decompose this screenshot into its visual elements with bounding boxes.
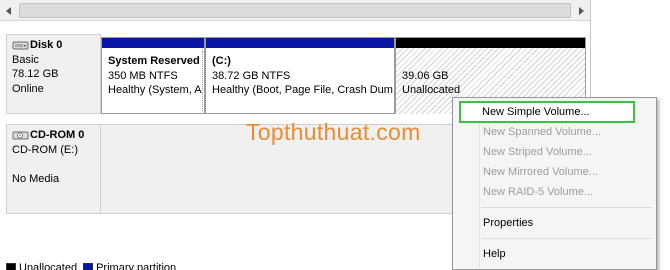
legend-swatch-unallocated: [6, 263, 16, 270]
partition-name: [402, 54, 585, 69]
disk-0-type: Basic: [12, 53, 39, 66]
legend-label-primary: Primary partition: [96, 262, 177, 270]
menu-separator: [481, 207, 652, 208]
partition-size: 350 MB NTFS: [108, 69, 178, 82]
legend: Unallocated Primary partition: [6, 262, 176, 270]
disk-0-status: Online: [12, 82, 44, 95]
primary-partition-bar: [206, 38, 394, 48]
cdrom-0-label[interactable]: CD-ROM 0 CD-ROM (E:) No Media: [6, 124, 101, 214]
menu-item-new-striped-volume[interactable]: New Striped Volume...: [453, 142, 656, 162]
watermark-text: Topthuthuat.com: [246, 119, 421, 145]
disk-0-name: Disk 0: [30, 39, 63, 51]
partition-size: 38.72 GB NTFS: [212, 69, 291, 82]
legend-swatch-primary: [83, 263, 94, 270]
legend-unallocated: Unallocated: [6, 262, 77, 270]
unallocated-bar: [396, 38, 585, 48]
cdrom-0-type: CD-ROM (E:): [12, 143, 78, 156]
partition-status: Healthy (System, A: [108, 84, 202, 96]
menu-item-new-raid5-volume[interactable]: New RAID-5 Volume...: [453, 182, 656, 202]
disk-0-label[interactable]: Disk 0 Basic 78.12 GB Online: [6, 34, 101, 114]
menu-item-new-mirrored-volume[interactable]: New Mirrored Volume...: [453, 162, 656, 182]
cdrom-0-name: CD-ROM 0: [30, 129, 85, 141]
partition-system-reserved[interactable]: System Reserved 350 MB NTFS Healthy (Sys…: [101, 37, 205, 114]
menu-item-new-simple-volume[interactable]: New Simple Volume...: [459, 101, 635, 123]
scroll-left-arrow-icon[interactable]: [0, 0, 17, 21]
partition-name: (C:): [212, 55, 231, 67]
cdrom-icon: [12, 130, 29, 141]
menu-item-new-spanned-volume[interactable]: New Spanned Volume...: [453, 122, 656, 142]
horizontal-scrollbar[interactable]: [0, 0, 590, 21]
cdrom-0-status: No Media: [12, 172, 60, 185]
context-menu: New Simple Volume... New Spanned Volume.…: [452, 97, 657, 270]
primary-partition-bar: [102, 38, 204, 48]
partition-status: Healthy (Boot, Page File, Crash Dum: [212, 84, 393, 96]
partition-name: System Reserved: [108, 55, 200, 67]
partition-size: 39.06 GB: [402, 69, 449, 82]
menu-item-help[interactable]: Help: [453, 244, 656, 264]
legend-label-unallocated: Unallocated: [19, 262, 78, 270]
scrollbar-thumb[interactable]: [19, 3, 571, 18]
partition-status: Unallocated: [402, 84, 461, 96]
menu-item-properties[interactable]: Properties: [453, 213, 656, 233]
legend-primary: Primary partition: [83, 262, 176, 270]
scroll-right-arrow-icon[interactable]: [573, 0, 590, 21]
partition-c-drive[interactable]: (C:) 38.72 GB NTFS Healthy (Boot, Page F…: [205, 37, 395, 114]
disk-icon: [12, 40, 29, 51]
menu-separator: [481, 238, 652, 239]
disk-0-size: 78.12 GB: [12, 68, 59, 80]
